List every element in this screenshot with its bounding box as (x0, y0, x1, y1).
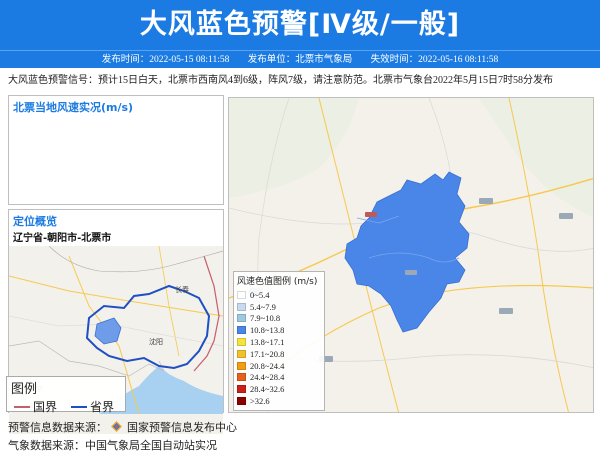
city-label-changchun: 长春 (175, 285, 189, 294)
wind-legend-item: 24.4~28.4 (237, 372, 321, 384)
overview-legend: 图例 国界 省界 (6, 376, 126, 415)
wind-legend-item: >32.6 (237, 395, 321, 407)
warning-signal-text: 大风蓝色预警信号：预计15日白天，北票市西南风4到6级，阵风7级，请注意防范。北… (8, 75, 553, 86)
overview-legend-row: 国界 省界 (11, 398, 121, 415)
warning-center-logo-icon (110, 421, 122, 432)
wind-swatch (237, 349, 246, 358)
location-path: 辽宁省-朝阳市-北票市 (13, 233, 112, 244)
expire-time: 失效时间：2022-05-16 08:11:58 (370, 55, 499, 65)
wind-legend-item: 13.8~17.1 (237, 336, 321, 348)
warning-center-link[interactable]: 国家预警信息发布中心 (127, 421, 237, 434)
wind-swatch (237, 373, 246, 382)
wind-swatch (237, 338, 246, 347)
wind-legend-item: 0~5.4 (237, 289, 321, 301)
wind-legend-item: 28.4~32.6 (237, 383, 321, 395)
province-border-label: 省界 (90, 400, 115, 414)
location-overview-title: 定位概览 (13, 215, 57, 228)
wind-legend-item: 10.8~13.8 (237, 324, 321, 336)
weather-source-line: 气象数据来源：中国气象局全国自动站实况 (8, 439, 217, 452)
national-border-label: 国界 (33, 400, 58, 414)
wind-legend-item: 20.8~24.4 (237, 360, 321, 372)
publisher: 发布单位：北票市气象局 (247, 55, 353, 65)
warning-source-line: 预警信息数据来源： 国家预警信息发布中心 (8, 421, 237, 434)
warning-title: 大风蓝色预警[Ⅳ级/一般] (0, 0, 600, 50)
wind-speed-panel: 北票当地风速实况(m/s) (8, 95, 224, 205)
wind-swatch (237, 326, 246, 335)
wind-legend-title: 风速色值图例 (m/s) (237, 277, 318, 287)
wind-swatch (237, 302, 246, 311)
national-border-swatch (14, 405, 30, 408)
wind-swatch (237, 314, 246, 323)
warning-meta-bar: 发布时间：2022-05-15 08:11:58 发布单位：北票市气象局 失效时… (0, 50, 600, 68)
wind-swatch (237, 385, 246, 394)
publish-time: 发布时间：2022-05-15 08:11:58 (101, 55, 230, 65)
province-border-swatch (71, 405, 88, 408)
city-label-shenyang: 沈阳 (149, 337, 163, 346)
wind-legend-item: 17.1~20.8 (237, 348, 321, 360)
wind-swatch (237, 361, 246, 370)
wind-speed-panel-title: 北票当地风速实况(m/s) (13, 101, 134, 114)
wind-legend-item: 5.4~7.9 (237, 301, 321, 313)
wind-legend-item: 7.9~10.8 (237, 313, 321, 325)
wind-swatch (237, 397, 246, 406)
wind-swatch (237, 290, 246, 299)
overview-legend-title: 图例 (11, 382, 38, 397)
wind-speed-legend: 风速色值图例 (m/s) 0~5.4 5.4~7.9 7.9~10.8 10.8… (233, 271, 325, 411)
